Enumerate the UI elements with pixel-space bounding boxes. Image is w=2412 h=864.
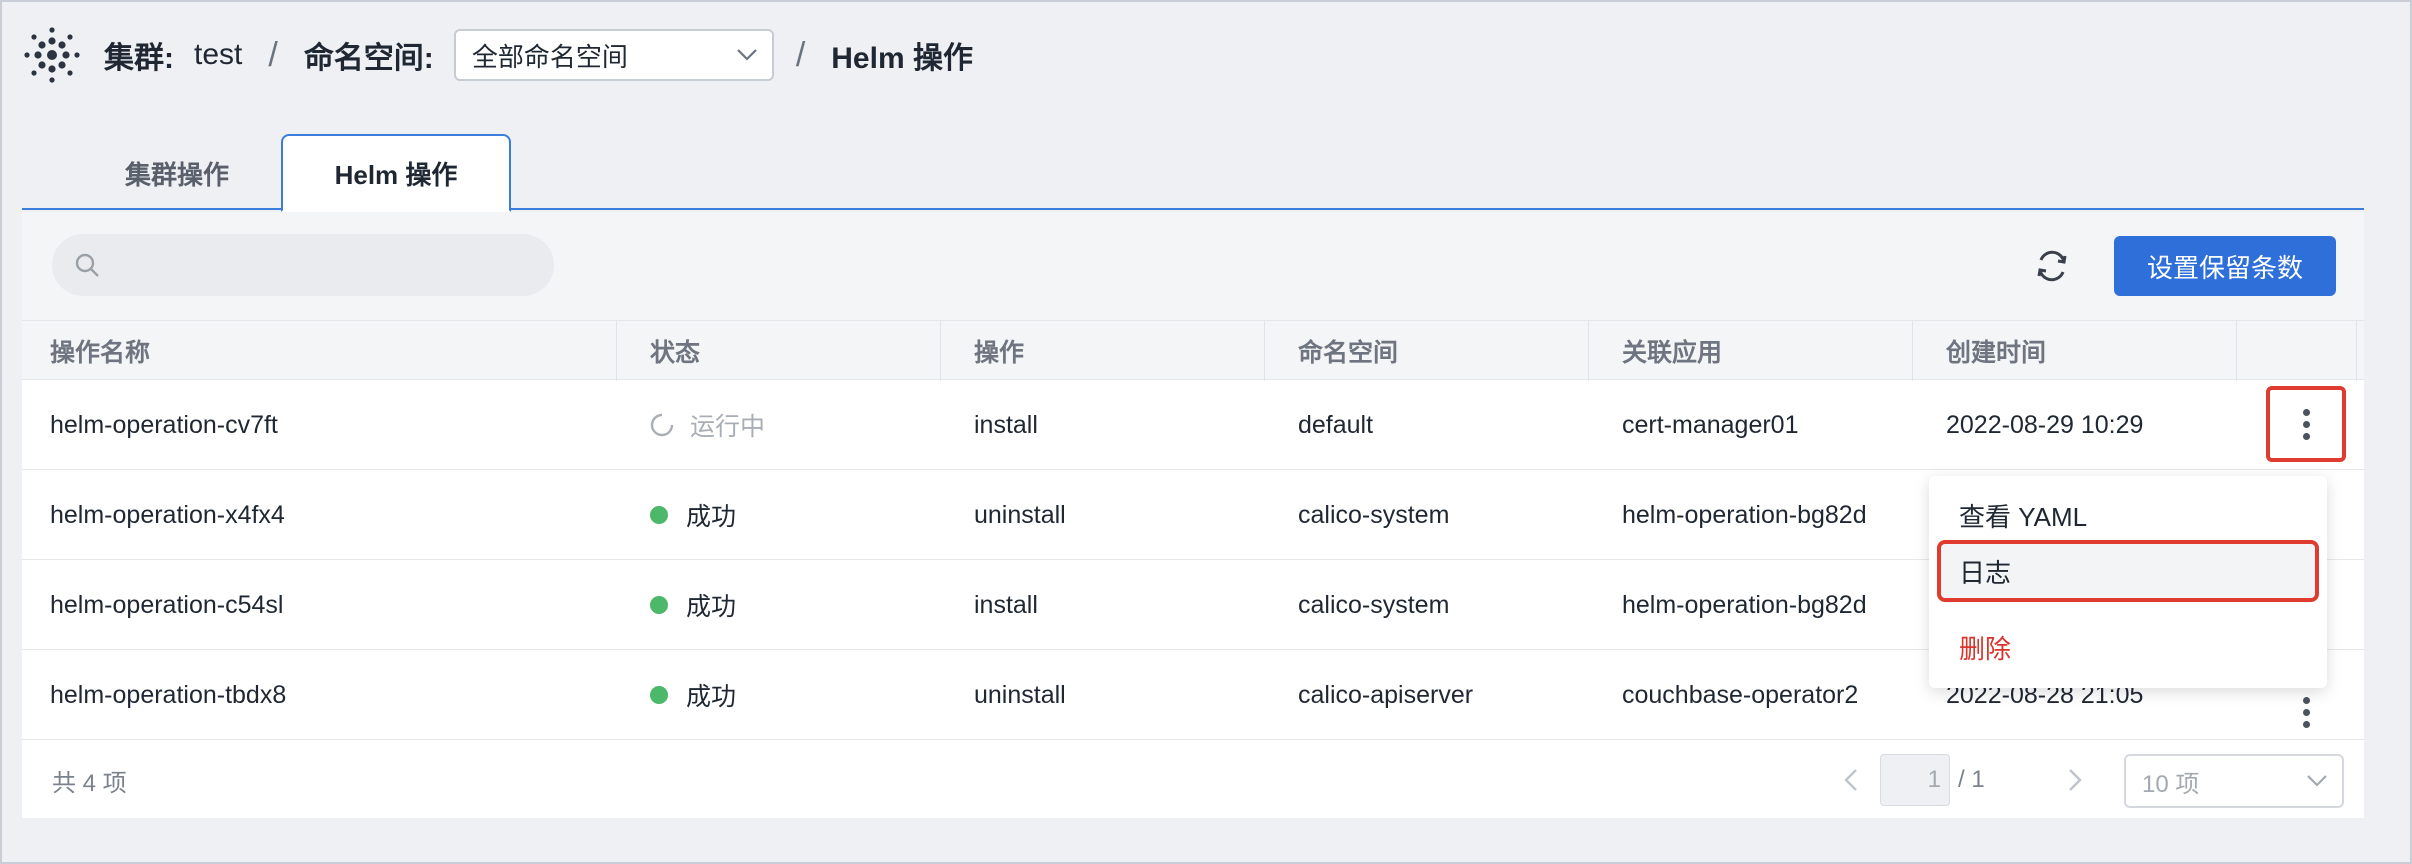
- table-row[interactable]: helm-operation-cv7ft 运行中 install default…: [22, 380, 2364, 470]
- column-header-action: 操作: [974, 339, 1025, 367]
- menu-item-logs[interactable]: 日志: [1937, 540, 2319, 602]
- chevron-right-icon[interactable]: [2058, 764, 2090, 796]
- menu-item-view-yaml[interactable]: 查看 YAML: [1937, 484, 2319, 546]
- total-count: 共 4 项: [52, 769, 127, 797]
- operation-app: couchbase-operator2: [1622, 680, 1859, 709]
- namespace-select[interactable]: 全部命名空间: [453, 29, 774, 81]
- column-header-app: 关联应用: [1622, 339, 1723, 367]
- column-divider: [940, 321, 941, 381]
- status-cell: 成功: [650, 470, 736, 560]
- operation-namespace: calico-system: [1298, 500, 1450, 529]
- column-header-name: 操作名称: [50, 339, 151, 367]
- operation-name: helm-operation-x4fx4: [50, 500, 285, 529]
- column-divider: [1588, 321, 1589, 381]
- status-text: 运行中: [690, 413, 766, 441]
- page-title: Helm 操作: [831, 42, 973, 75]
- loading-spinner-icon: [650, 413, 674, 437]
- breadcrumb-separator: /: [795, 35, 806, 74]
- status-cell: 成功: [650, 560, 736, 650]
- column-header-namespace: 命名空间: [1298, 339, 1399, 367]
- operation-namespace: calico-apiserver: [1298, 680, 1474, 709]
- operation-name: helm-operation-cv7ft: [50, 410, 278, 439]
- column-divider: [2236, 321, 2237, 381]
- table-header: 操作名称 状态 操作 命名空间 关联应用 创建时间: [22, 320, 2364, 381]
- operation-created: 2022-08-29 10:29: [1946, 410, 2144, 439]
- column-divider: [1912, 321, 1913, 381]
- status-cell: 运行中: [650, 380, 765, 470]
- cluster-value[interactable]: test: [194, 38, 242, 72]
- success-dot-icon: [650, 686, 668, 704]
- page-total: / 1: [1958, 766, 1985, 793]
- operation-action: uninstall: [974, 500, 1066, 529]
- operation-app: helm-operation-bg82d: [1622, 500, 1867, 529]
- operation-app: cert-manager01: [1622, 410, 1799, 439]
- tab-helm-operations[interactable]: Helm 操作: [281, 134, 511, 212]
- cluster-label: 集群:: [104, 42, 174, 75]
- search-icon: [75, 253, 99, 277]
- toolbar: 设置保留条数: [22, 212, 2364, 320]
- operation-namespace: calico-system: [1298, 590, 1450, 619]
- status-text: 成功: [686, 683, 737, 711]
- chevron-down-icon: [737, 49, 757, 61]
- column-header-created: 创建时间: [1946, 339, 2047, 367]
- page-size-value: 10 项: [2142, 770, 2200, 798]
- tab-bar: 集群操作 Helm 操作: [22, 134, 2364, 212]
- chevron-down-icon: [2307, 775, 2327, 787]
- status-text: 成功: [686, 593, 737, 621]
- search-input[interactable]: [112, 251, 532, 279]
- operation-name: helm-operation-c54sl: [50, 590, 284, 619]
- column-header-status: 状态: [650, 339, 701, 367]
- column-divider: [1264, 321, 1265, 381]
- tab-cluster-operations[interactable]: 集群操作: [72, 134, 282, 212]
- operation-name: helm-operation-tbdx8: [50, 680, 287, 709]
- breadcrumb: 集群: test / 命名空间: 全部命名空间 / Helm 操作: [24, 24, 973, 86]
- search-box[interactable]: [52, 234, 554, 296]
- column-divider: [616, 321, 617, 381]
- status-text: 成功: [686, 503, 737, 531]
- refresh-icon[interactable]: [2030, 244, 2074, 288]
- namespace-label: 命名空间:: [303, 42, 434, 75]
- status-cell: 成功: [650, 650, 736, 740]
- page-number-input[interactable]: 1: [1880, 754, 1950, 806]
- set-retention-button[interactable]: 设置保留条数: [2114, 236, 2336, 296]
- cluster-logo-icon: [24, 27, 80, 83]
- breadcrumb-separator: /: [268, 35, 278, 74]
- operation-action: install: [974, 590, 1038, 619]
- table-footer: 共 4 项 1 / 1 10 项: [22, 742, 2364, 818]
- chevron-left-icon[interactable]: [1836, 764, 1868, 796]
- row-actions-menu: 查看 YAML 日志 删除: [1929, 476, 2327, 688]
- operation-app: helm-operation-bg82d: [1622, 590, 1867, 619]
- operation-action: install: [974, 410, 1038, 439]
- menu-item-delete[interactable]: 删除: [1937, 616, 2319, 678]
- operation-namespace: default: [1298, 410, 1374, 439]
- column-divider: [2356, 321, 2357, 381]
- page-size-select[interactable]: 10 项: [2124, 754, 2344, 808]
- more-vertical-icon: [2302, 408, 2310, 416]
- more-vertical-icon: [2302, 696, 2310, 704]
- operation-action: uninstall: [974, 680, 1066, 709]
- namespace-select-value: 全部命名空间: [471, 41, 628, 72]
- success-dot-icon: [650, 506, 668, 524]
- row-actions-button[interactable]: [2266, 386, 2346, 462]
- success-dot-icon: [650, 596, 668, 614]
